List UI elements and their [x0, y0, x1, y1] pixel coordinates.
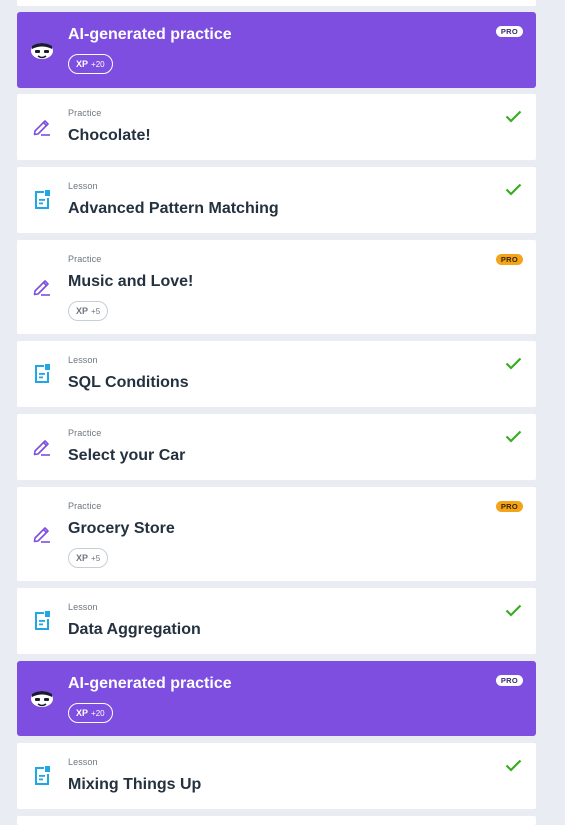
- ai-robot-icon: [31, 43, 53, 59]
- lesson-card[interactable]: Lesson Mixing Things Up: [17, 743, 536, 809]
- xp-pill: XP +20: [68, 54, 113, 74]
- check-icon: [505, 430, 522, 443]
- xp-label: XP: [76, 306, 89, 316]
- item-kind: Practice: [68, 108, 102, 118]
- check-icon: [505, 759, 522, 772]
- lesson-doc-icon: [35, 190, 50, 209]
- lesson-card[interactable]: Lesson SQL Conditions: [17, 341, 536, 407]
- item-kind: Lesson: [68, 181, 98, 191]
- pro-badge: PRO: [495, 26, 523, 37]
- pencil-icon: [33, 440, 50, 456]
- item-kind: Practice: [68, 428, 102, 438]
- pencil-icon: [33, 120, 50, 136]
- item-kind: Lesson: [68, 355, 98, 365]
- practice-card[interactable]: Practice Grocery Store XP +5 PRO: [17, 487, 536, 581]
- item-kind: Practice: [68, 501, 102, 511]
- xp-label: XP: [76, 553, 89, 563]
- xp-label: XP: [76, 59, 89, 69]
- xp-value: +20: [91, 60, 105, 69]
- xp-value: +5: [91, 554, 101, 563]
- xp-pill: XP +5: [68, 301, 109, 321]
- practice-card[interactable]: Practice Music and Love! XP +5 PRO: [17, 240, 536, 334]
- ai-robot-icon: [31, 691, 53, 707]
- item-title: Advanced Pattern Matching: [68, 200, 279, 217]
- lesson-doc-icon: [35, 364, 50, 383]
- item-title: SQL Conditions: [68, 374, 189, 391]
- check-icon: [505, 357, 522, 370]
- item-title: Chocolate!: [68, 127, 151, 144]
- item-kind: Lesson: [68, 757, 98, 767]
- xp-pill: XP +5: [68, 548, 109, 568]
- pro-badge: PRO: [495, 254, 523, 265]
- partial-card-bottom: [17, 816, 536, 825]
- check-icon: [505, 604, 522, 617]
- item-title: Mixing Things Up: [68, 776, 202, 793]
- practice-card[interactable]: Practice Select your Car: [17, 414, 536, 480]
- lesson-doc-icon: [35, 611, 50, 630]
- lesson-card[interactable]: Lesson Advanced Pattern Matching: [17, 167, 536, 233]
- ai-practice-card[interactable]: AI-generated practice XP +20 PRO: [17, 12, 536, 88]
- item-title: Music and Love!: [68, 273, 194, 290]
- item-title: Select your Car: [68, 447, 186, 464]
- xp-pill: XP +20: [68, 703, 113, 723]
- pencil-icon: [33, 280, 50, 296]
- lesson-card[interactable]: Lesson Data Aggregation: [17, 588, 536, 654]
- partial-card-top: [17, 0, 536, 6]
- item-kind: Lesson: [68, 602, 98, 612]
- item-title: AI-generated practice: [68, 26, 232, 43]
- pro-badge: PRO: [495, 675, 523, 686]
- item-title: AI-generated practice: [68, 675, 232, 692]
- item-kind: Practice: [68, 254, 102, 264]
- xp-label: XP: [76, 708, 89, 718]
- lesson-doc-icon: [35, 766, 50, 785]
- ai-practice-card[interactable]: AI-generated practice XP +20 PRO: [17, 661, 536, 736]
- item-title: Grocery Store: [68, 520, 175, 537]
- pencil-icon: [33, 527, 50, 543]
- item-title: Data Aggregation: [68, 621, 201, 638]
- xp-value: +20: [91, 709, 105, 718]
- xp-value: +5: [91, 307, 101, 316]
- practice-card[interactable]: Practice Chocolate!: [17, 94, 536, 160]
- pro-badge: PRO: [495, 501, 523, 512]
- check-icon: [505, 183, 522, 196]
- lesson-list: AI-generated practice XP +20 PRO Practice…: [0, 0, 565, 825]
- check-icon: [505, 110, 522, 123]
